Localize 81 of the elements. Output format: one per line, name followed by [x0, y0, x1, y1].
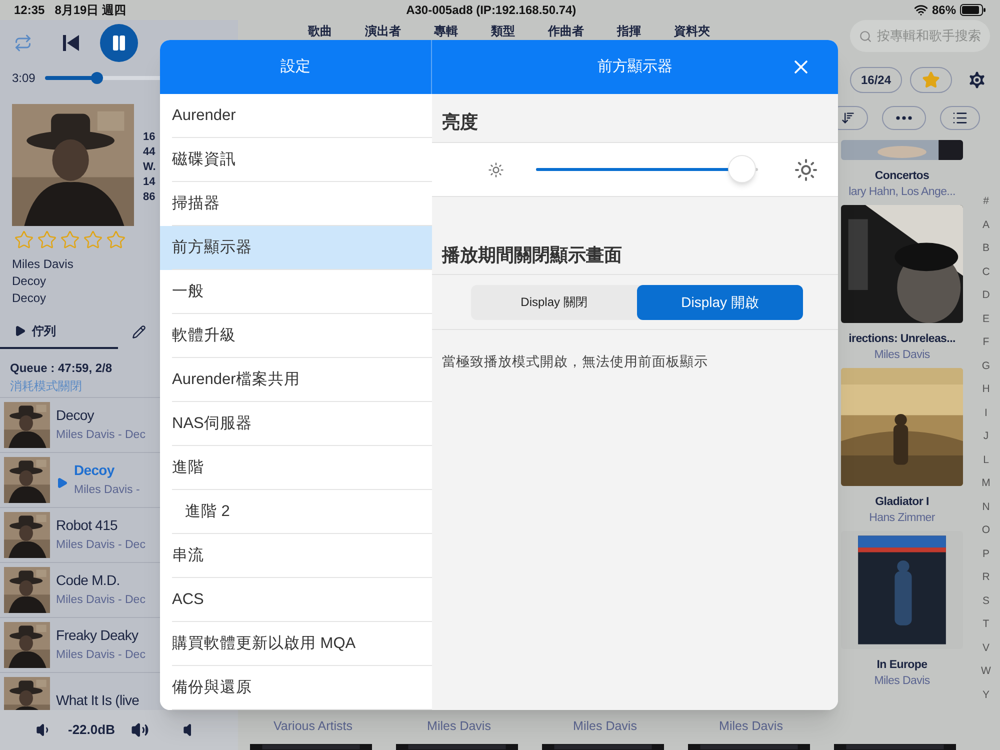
volume-reading: -22.0dB — [68, 721, 115, 740]
track-subtitle: Miles Davis - Dec — [56, 428, 146, 443]
track-info: 14 — [143, 175, 156, 190]
section-title: 播放期間關閉顯示畫面 — [442, 244, 622, 267]
index-letter[interactable]: F — [982, 333, 990, 351]
device-name: A30-005ad8 (IP:192.168.50.74) — [406, 2, 576, 19]
album-title[interactable]: Concertos — [874, 168, 930, 184]
album-title[interactable]: Gladiator I — [875, 494, 929, 510]
note-text: 當極致播放模式開啟，無法使用前面板顯示 — [442, 354, 708, 369]
index-letter[interactable]: V — [982, 638, 990, 656]
album-title[interactable]: In Europe — [876, 657, 928, 673]
settings-title: 設定 — [280, 56, 310, 77]
elapsed-time: 3:09 — [12, 70, 36, 87]
track-info: 86 — [143, 190, 156, 205]
index-letter[interactable]: A — [982, 216, 990, 234]
index-letter[interactable]: Y — [982, 686, 990, 704]
track-title: Code M.D. — [56, 571, 121, 590]
queue-row[interactable]: Decoy Miles Davis - Dec — [0, 398, 158, 452]
index-letter[interactable]: G — [982, 356, 990, 374]
album-title[interactable]: irections: Unreleas... — [848, 331, 956, 347]
track-subtitle: Miles Davis - Dec — [56, 538, 146, 553]
queue-row[interactable]: Robot 415 Miles Davis - Dec — [0, 508, 158, 562]
index-letter[interactable]: J — [983, 427, 989, 445]
track-title: Freaky Deaky — [56, 626, 140, 645]
nav-tab[interactable]: 類型 — [491, 22, 515, 40]
index-letter[interactable]: B — [982, 239, 990, 257]
index-letter[interactable]: I — [984, 404, 988, 422]
index-letter[interactable]: D — [982, 286, 990, 304]
page-count[interactable]: 16/24 — [850, 67, 902, 93]
nav-tab[interactable]: 指揮 — [617, 22, 641, 40]
track-info: 16 — [143, 130, 156, 145]
battery-level: 86% — [932, 2, 956, 19]
panel-tab[interactable]: 佇列 — [0, 315, 118, 349]
segment-option[interactable]: Display 關閉 — [471, 284, 637, 320]
queue-row[interactable]: Freaky Deaky Miles Davis - Dec — [0, 618, 158, 672]
now-playing-line: Miles Davis — [12, 256, 74, 273]
index-letter[interactable]: L — [983, 450, 989, 468]
index-letter[interactable]: # — [983, 192, 989, 210]
segment-option[interactable]: Display 開啟 — [637, 284, 803, 320]
album-artist: Various Artists — [274, 718, 352, 736]
index-letter[interactable]: E — [982, 310, 990, 328]
now-playing-line: Decoy — [12, 273, 46, 290]
detail-title: 前方顯示器 — [598, 56, 672, 77]
settings-item[interactable]: 前方顯示器 — [160, 226, 432, 270]
album-artist: Miles Davis — [427, 718, 491, 736]
track-subtitle: Miles Davis - Dec — [56, 593, 146, 608]
clock: 12:35 — [14, 2, 45, 19]
index-letter[interactable]: P — [982, 544, 990, 562]
album-artist: Miles Davis — [874, 674, 930, 689]
index-letter[interactable]: W — [981, 662, 991, 680]
index-letter[interactable]: H — [982, 380, 990, 398]
track-subtitle: Miles Davis - Dec — [56, 648, 146, 663]
track-subtitle: Miles Davis - — [74, 483, 140, 498]
queue-row[interactable]: Code M.D. Miles Davis - Dec — [0, 563, 158, 617]
track-info: 44 — [143, 145, 156, 160]
album-artist: Miles Davis — [573, 718, 637, 736]
index-letter[interactable]: M — [982, 474, 990, 492]
index-letter[interactable]: O — [982, 521, 990, 539]
track-title: Decoy — [74, 461, 116, 480]
track-title: Decoy — [56, 406, 96, 425]
album-artist: Miles Davis — [719, 718, 783, 736]
index-letter[interactable]: S — [982, 592, 990, 610]
index-letter[interactable]: R — [982, 568, 990, 586]
date: 8月19日 週四 — [54, 2, 126, 19]
section-title: 亮度 — [442, 111, 478, 134]
nav-tab[interactable]: 作曲者 — [548, 22, 584, 40]
album-artist: lary Hahn, Los Ange... — [848, 185, 956, 200]
nav-tab[interactable]: 歌曲 — [308, 22, 332, 40]
nav-tab[interactable]: 專輯 — [434, 22, 458, 40]
album-artist: Miles Davis — [874, 348, 930, 363]
track-info: W. — [143, 160, 156, 175]
nav-tab[interactable]: 資料夾 — [674, 22, 710, 40]
album-artist: Hans Zimmer — [869, 511, 935, 526]
index-letter[interactable]: C — [982, 262, 990, 280]
index-letter[interactable]: N — [982, 498, 990, 516]
nav-tab[interactable]: 演出者 — [365, 22, 401, 40]
now-playing-line: Decoy — [12, 290, 46, 307]
index-letter[interactable]: T — [982, 615, 990, 633]
track-title: Robot 415 — [56, 516, 118, 535]
track-title: What It Is (live — [56, 691, 140, 710]
queue-summary: Queue : 47:59, 2/8 — [10, 360, 112, 377]
